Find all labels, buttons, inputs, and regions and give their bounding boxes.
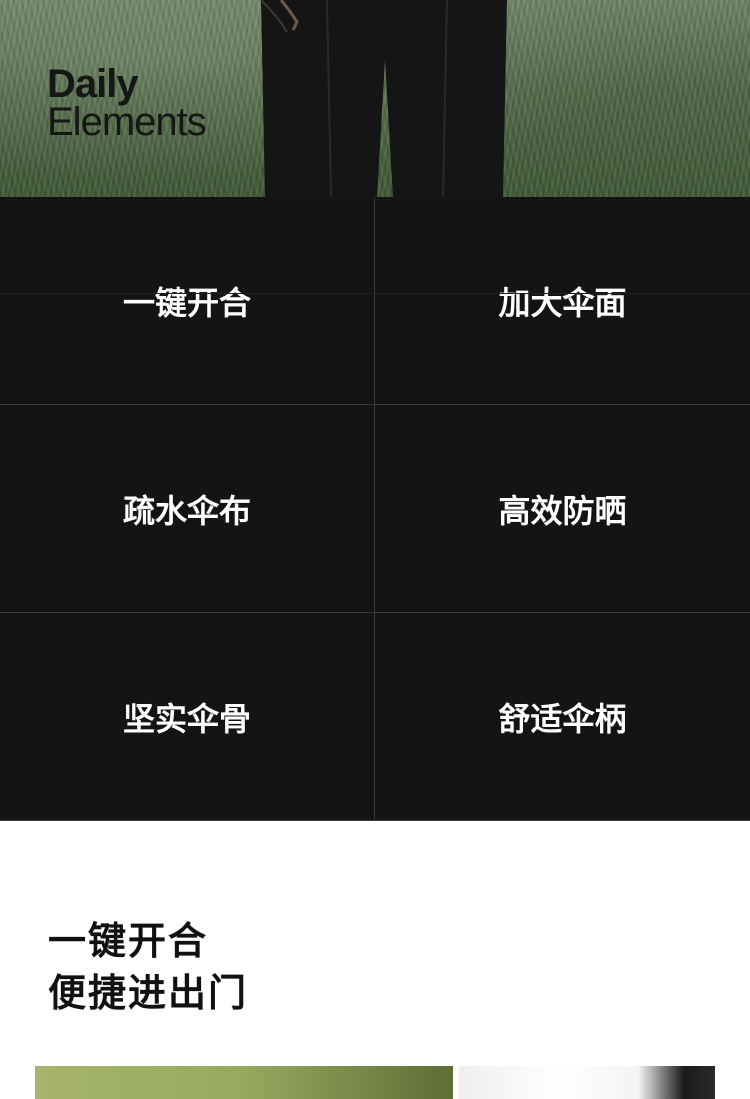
brand-elements-text: Elements	[47, 100, 207, 144]
feature-one-touch-open[interactable]: 一键开合	[0, 197, 375, 405]
hero-banner: Daily Elements	[0, 0, 750, 197]
feature-water-repellent-fabric[interactable]: 疏水伞布	[0, 405, 375, 613]
feature-larger-canopy[interactable]: 加大伞面	[375, 197, 750, 405]
feature-sun-protection[interactable]: 高效防晒	[375, 405, 750, 613]
outdoor-photo	[35, 1066, 453, 1099]
divider	[0, 293, 750, 294]
section-title-line1: 一键开合	[48, 919, 209, 963]
feature-comfortable-handle[interactable]: 舒适伞柄	[375, 613, 750, 821]
photo-strip	[35, 1066, 715, 1099]
section-title-line2: 便捷进出门	[48, 971, 249, 1015]
umbrella-photo	[459, 1066, 715, 1099]
feature-sturdy-ribs[interactable]: 坚实伞骨	[0, 613, 375, 821]
feature-grid: 一键开合 加大伞面 疏水伞布 高效防晒 坚实伞骨 舒适伞柄	[0, 197, 750, 821]
trousers-image	[260, 0, 507, 197]
